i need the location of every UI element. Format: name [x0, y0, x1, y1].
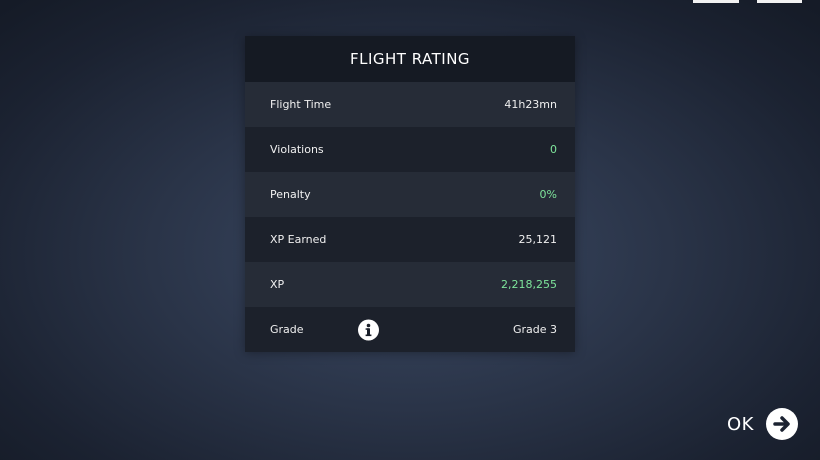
- row-label: Grade: [270, 323, 304, 336]
- row-xp-earned: XP Earned 25,121: [245, 217, 575, 262]
- top-indicator-bar-2: [757, 0, 802, 3]
- ok-button[interactable]: OK: [727, 408, 798, 440]
- row-label: XP Earned: [270, 233, 327, 246]
- row-label: Flight Time: [270, 98, 332, 111]
- row-label: XP: [270, 278, 285, 291]
- row-value: 0%: [539, 188, 557, 201]
- arrow-right-circle-icon: [766, 408, 798, 440]
- row-penalty: Penalty 0%: [245, 172, 575, 217]
- row-label: Penalty: [270, 188, 311, 201]
- row-violations: Violations 0: [245, 127, 575, 172]
- top-indicator-bar-1: [693, 0, 739, 3]
- top-progress-indicators: [693, 0, 802, 4]
- row-value: 0: [550, 143, 557, 156]
- row-xp: XP 2,218,255: [245, 262, 575, 307]
- ok-label: OK: [727, 413, 754, 435]
- row-label: Violations: [270, 143, 324, 156]
- row-value: Grade 3: [512, 323, 557, 336]
- row-value: 41h23mn: [504, 98, 557, 111]
- info-icon[interactable]: [358, 319, 379, 340]
- row-value: 2,218,255: [501, 278, 557, 291]
- row-grade: Grade Grade 3: [245, 307, 575, 352]
- panel-title: FLIGHT RATING: [245, 36, 575, 82]
- row-value: 25,121: [518, 233, 558, 246]
- row-flight-time: Flight Time 41h23mn: [245, 82, 575, 127]
- flight-rating-panel: FLIGHT RATING Flight Time 41h23mn Violat…: [245, 36, 575, 352]
